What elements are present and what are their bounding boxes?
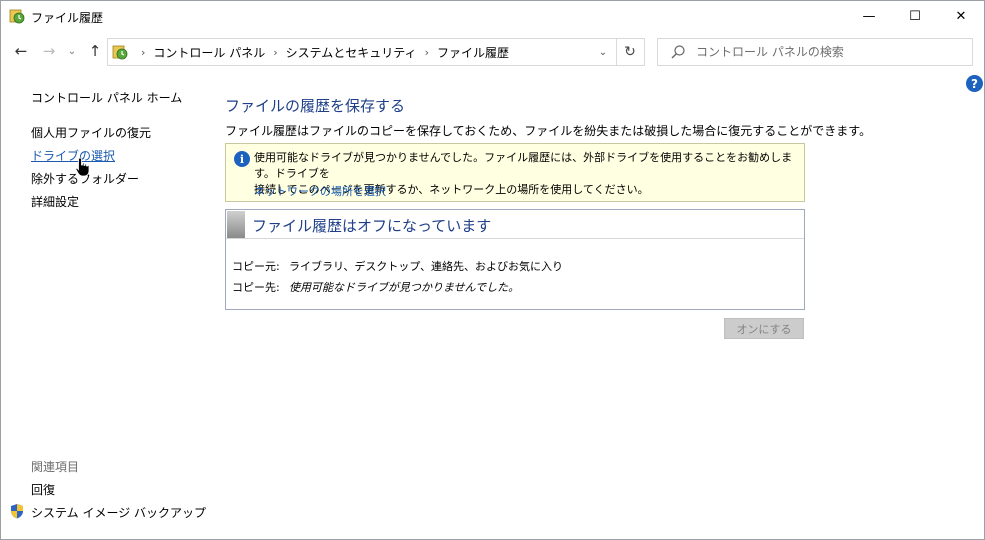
file-history-icon [9, 9, 25, 24]
arrow-up-icon: ↑ [88, 42, 102, 60]
breadcrumb-control-panel[interactable]: コントロール パネル [153, 44, 265, 61]
navigation-bar: ← → ⌄ ↑ › コントロール パネル › システムとセキュリティ › ファイ… [1, 32, 984, 72]
close-icon: ✕ [955, 9, 967, 24]
chevron-down-icon: ⌄ [67, 45, 77, 57]
search-input[interactable] [696, 43, 966, 61]
breadcrumb-system-security[interactable]: システムとセキュリティ [286, 44, 417, 61]
control-panel-icon [112, 45, 128, 60]
copy-to-label: コピー先: [232, 281, 280, 294]
file-history-window: ファイル履歴 — ☐ ✕ ← → ⌄ ↑ › コントロール パネル › システム… [0, 0, 985, 540]
copy-to-value: 使用可能なドライブが見つかりませんでした。 [289, 281, 520, 294]
advanced-settings-link[interactable]: 詳細設定 [31, 193, 79, 210]
refresh-button[interactable]: ↻ [618, 42, 642, 62]
search-box[interactable] [657, 38, 973, 66]
window-title: ファイル履歴 [31, 11, 104, 25]
breadcrumb-separator: › [424, 46, 429, 59]
breadcrumb-file-history[interactable]: ファイル履歴 [437, 44, 509, 61]
status-indicator [227, 211, 245, 238]
turn-on-button[interactable]: オンにする [724, 318, 804, 339]
refresh-icon: ↻ [624, 44, 636, 60]
shield-icon [11, 504, 23, 519]
maximize-button[interactable]: ☐ [892, 1, 938, 32]
help-icon: ? [971, 76, 978, 91]
minimize-icon: — [862, 9, 876, 24]
forward-button[interactable]: → [39, 41, 59, 61]
copy-from-value: ライブラリ、デスクトップ、連絡先、およびお気に入り [289, 260, 564, 273]
info-icon: i [234, 151, 250, 167]
back-button[interactable]: ← [11, 41, 31, 61]
help-button[interactable]: ? [966, 75, 983, 92]
hand-cursor-icon [75, 157, 90, 177]
breadcrumb-separator: › [273, 46, 278, 59]
restore-personal-files-link[interactable]: 個人用ファイルの復元 [31, 124, 151, 141]
copy-from-label: コピー元: [232, 260, 280, 273]
title-bar[interactable]: ファイル履歴 — ☐ ✕ [1, 1, 984, 32]
up-button[interactable]: ↑ [85, 41, 105, 61]
address-dropdown-button[interactable]: ⌄ [592, 42, 614, 62]
status-header: ファイル履歴はオフになっています [226, 210, 804, 239]
page-title: ファイルの履歴を保存する [225, 97, 406, 115]
info-message-line1: 使用可能なドライブが見つかりませんでした。ファイル履歴には、外部ドライブを使用す… [254, 151, 793, 180]
maximize-icon: ☐ [909, 9, 921, 24]
arrow-left-icon: ← [14, 42, 28, 60]
related-items-header: 関連項目 [31, 460, 80, 474]
control-panel-home-link[interactable]: コントロール パネル ホーム [31, 89, 182, 106]
chevron-down-icon: ⌄ [598, 46, 608, 58]
address-bar[interactable]: › コントロール パネル › システムとセキュリティ › ファイル履歴 ⌄ ↻ [107, 38, 645, 66]
select-network-location-link[interactable]: ネットワークの場所を選択 [254, 183, 386, 199]
file-history-status-panel: ファイル履歴はオフになっています コピー元: ライブラリ、デスクトップ、連絡先、… [225, 209, 805, 310]
status-title: ファイル履歴はオフになっています [252, 217, 492, 235]
arrow-right-icon: → [42, 42, 56, 60]
breadcrumb-separator: › [141, 46, 146, 59]
recent-locations-button[interactable]: ⌄ [65, 41, 79, 61]
select-drive-link[interactable]: ドライブの選択 [31, 147, 115, 164]
search-icon [671, 45, 685, 59]
info-icon-glyph: i [239, 152, 245, 166]
recovery-link[interactable]: 回復 [31, 481, 55, 498]
address-divider [616, 39, 617, 65]
info-banner: i 使用可能なドライブが見つかりませんでした。ファイル履歴には、外部ドライブを使… [225, 143, 805, 202]
breadcrumb: › コントロール パネル › システムとセキュリティ › ファイル履歴 [133, 44, 509, 61]
system-image-backup-link[interactable]: システム イメージ バックアップ [31, 504, 206, 521]
minimize-button[interactable]: — [846, 1, 892, 32]
close-button[interactable]: ✕ [938, 1, 984, 32]
page-description: ファイル履歴はファイルのコピーを保存しておくため、ファイルを紛失または破損した場… [225, 124, 872, 138]
